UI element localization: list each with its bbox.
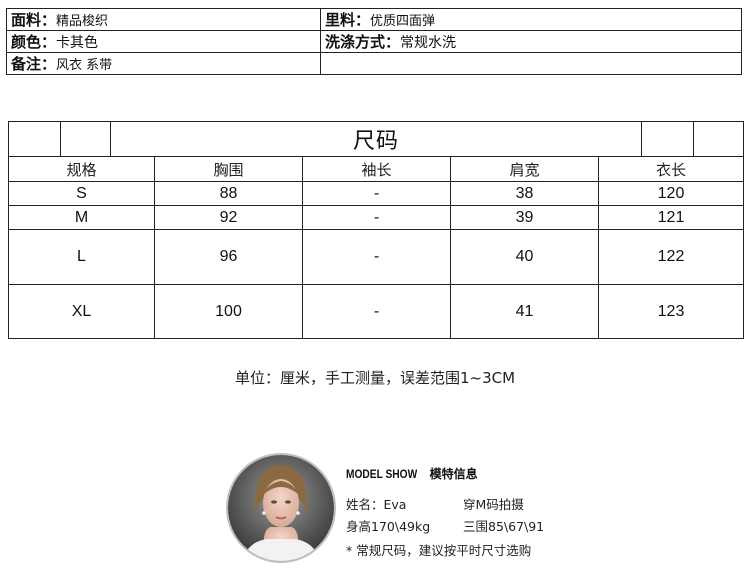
size-cell: 123 <box>597 284 745 339</box>
remark-cell: 备注：风衣 系带 <box>6 52 321 75</box>
size-cell: 40 <box>450 229 599 285</box>
fabric-value: 精品梭织 <box>56 14 109 29</box>
size-cell: 41 <box>450 284 599 339</box>
model-measurements: 三围85\67\91 <box>463 519 545 534</box>
model-avatar <box>226 453 336 563</box>
color-cell: 颜色：卡其色 <box>6 30 321 53</box>
size-row: M 92 - 39 121 <box>8 205 745 230</box>
size-cell: S <box>8 181 155 206</box>
blank-cell <box>693 121 745 157</box>
wash-cell: 洗涤方式：常规水洗 <box>320 30 742 53</box>
model-size-worn: 穿M码拍摄 <box>463 497 524 512</box>
size-row: S 88 - 38 120 <box>8 181 745 206</box>
measurement-note: 单位：厘米，手工测量，误差范围1~3CM <box>234 369 516 387</box>
model-advice: * 常规尺码，建议按平时尺寸选购 <box>346 543 532 558</box>
size-cell: 121 <box>597 205 745 230</box>
size-cell: 88 <box>154 181 303 206</box>
size-table-title: 尺码 <box>109 121 643 157</box>
size-table: 尺码 规格 胸围 袖长 肩宽 衣长 S 88 - 38 120 M 92 - 3… <box>8 121 745 339</box>
fabric-row: 面料：精品梭织 里料：优质四面弹 <box>6 8 742 31</box>
fabric-label: 面料： <box>11 11 57 29</box>
model-title-cn: 模特信息 <box>429 467 478 481</box>
model-name: 姓名：Eva <box>346 497 407 512</box>
size-row: L 96 - 40 122 <box>8 229 745 285</box>
size-cell: 39 <box>450 205 599 230</box>
size-cell: - <box>302 205 451 230</box>
size-cell: 96 <box>154 229 303 285</box>
size-header-row: 规格 胸围 袖长 肩宽 衣长 <box>8 156 745 182</box>
size-cell: - <box>302 229 451 285</box>
size-cell: XL <box>8 284 155 339</box>
model-title-en: MODEL SHOW <box>346 467 418 481</box>
blank-cell <box>8 121 61 157</box>
fabric-row: 备注：风衣 系带 <box>6 52 742 75</box>
model-height-weight: 身高170\49kg <box>346 519 431 534</box>
wash-value: 常规水洗 <box>400 35 457 51</box>
size-cell: 92 <box>154 205 303 230</box>
model-header: MODEL SHOW 模特信息 <box>346 465 478 482</box>
size-cell: - <box>302 181 451 206</box>
size-title-row: 尺码 <box>8 121 745 157</box>
header-shoulder: 肩宽 <box>450 156 599 182</box>
size-cell: 122 <box>597 229 745 285</box>
header-length: 衣长 <box>597 156 745 182</box>
wash-label: 洗涤方式： <box>325 33 401 51</box>
size-cell: 100 <box>154 284 303 339</box>
blank-cell <box>60 121 111 157</box>
header-spec: 规格 <box>8 156 155 182</box>
blank-cell <box>641 121 695 157</box>
color-label: 颜色： <box>11 33 57 51</box>
size-cell: 38 <box>450 181 599 206</box>
size-cell: - <box>302 284 451 339</box>
size-row: XL 100 - 41 123 <box>8 284 745 339</box>
remark-label: 备注： <box>11 55 57 73</box>
remark-value: 风衣 系带 <box>56 58 113 73</box>
fabric-row: 颜色：卡其色 洗涤方式：常规水洗 <box>6 30 742 53</box>
size-cell: L <box>8 229 155 285</box>
header-sleeve: 袖长 <box>302 156 451 182</box>
lining-label: 里料： <box>325 11 371 29</box>
color-value: 卡其色 <box>56 35 99 51</box>
fabric-info-table: 面料：精品梭织 里料：优质四面弹 颜色：卡其色 洗涤方式：常规水洗 备注：风衣 … <box>6 8 742 75</box>
size-cell: 120 <box>597 181 745 206</box>
size-cell: M <box>8 205 155 230</box>
lining-cell: 里料：优质四面弹 <box>320 8 742 31</box>
lining-value: 优质四面弹 <box>370 14 436 29</box>
header-chest: 胸围 <box>154 156 303 182</box>
fabric-cell: 面料：精品梭织 <box>6 8 321 31</box>
empty-cell <box>320 52 742 75</box>
